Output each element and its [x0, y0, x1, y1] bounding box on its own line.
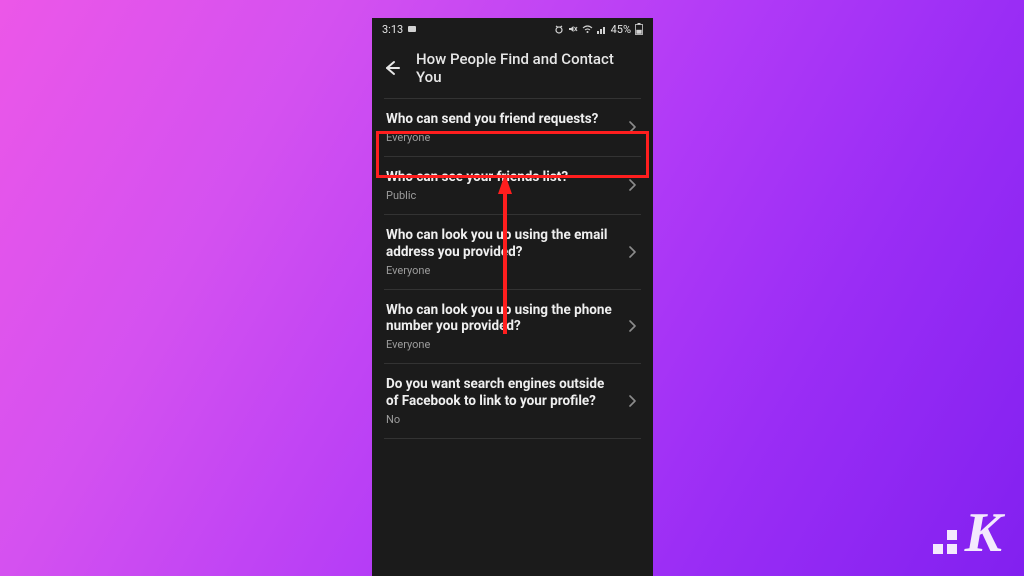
setting-lookup-email[interactable]: Who can look you up using the email addr…	[384, 214, 641, 289]
back-button[interactable]	[382, 58, 402, 78]
brand-watermark: K	[933, 508, 1004, 558]
setting-texts: Do you want search engines outside of Fa…	[386, 376, 627, 426]
card-icon	[407, 24, 417, 34]
status-battery-text: 45%	[611, 23, 631, 36]
setting-label: Who can look you up using the phone numb…	[386, 302, 617, 336]
setting-value: Everyone	[386, 264, 617, 277]
chevron-right-icon	[627, 178, 637, 192]
setting-friends-list[interactable]: Who can see your friends list? Public	[384, 156, 641, 214]
setting-texts: Who can see your friends list? Public	[386, 169, 627, 202]
page-header: How People Find and Contact You	[372, 40, 653, 98]
setting-texts: Who can look you up using the email addr…	[386, 227, 627, 277]
brand-letter: K	[965, 508, 1004, 558]
setting-search-engines[interactable]: Do you want search engines outside of Fa…	[384, 363, 641, 439]
mute-icon	[568, 24, 578, 34]
settings-list: Who can send you friend requests? Everyon…	[372, 98, 653, 576]
chevron-right-icon	[627, 120, 637, 134]
setting-texts: Who can send you friend requests? Everyon…	[386, 111, 627, 144]
phone-frame: 3:13 45%	[372, 18, 653, 576]
chevron-right-icon	[627, 245, 637, 259]
setting-value: Public	[386, 189, 617, 202]
status-bar: 3:13 45%	[372, 18, 653, 40]
setting-texts: Who can look you up using the phone numb…	[386, 302, 627, 352]
signal-icon	[597, 24, 607, 34]
battery-icon	[635, 23, 643, 35]
setting-label: Who can look you up using the email addr…	[386, 227, 617, 261]
status-time: 3:13	[382, 23, 403, 36]
brand-dots-icon	[933, 530, 957, 554]
arrow-left-icon	[382, 58, 402, 78]
setting-label: Do you want search engines outside of Fa…	[386, 376, 617, 410]
chevron-right-icon	[627, 394, 637, 408]
chevron-right-icon	[627, 319, 637, 333]
setting-value: No	[386, 413, 617, 426]
alarm-icon	[554, 24, 564, 34]
setting-friend-requests[interactable]: Who can send you friend requests? Everyon…	[384, 98, 641, 156]
setting-label: Who can send you friend requests?	[386, 111, 617, 128]
wifi-icon	[582, 24, 593, 34]
setting-value: Everyone	[386, 338, 617, 351]
setting-value: Everyone	[386, 131, 617, 144]
background-gradient: 3:13 45%	[0, 0, 1024, 576]
setting-label: Who can see your friends list?	[386, 169, 617, 186]
setting-lookup-phone[interactable]: Who can look you up using the phone numb…	[384, 289, 641, 364]
page-title: How People Find and Contact You	[416, 50, 643, 86]
